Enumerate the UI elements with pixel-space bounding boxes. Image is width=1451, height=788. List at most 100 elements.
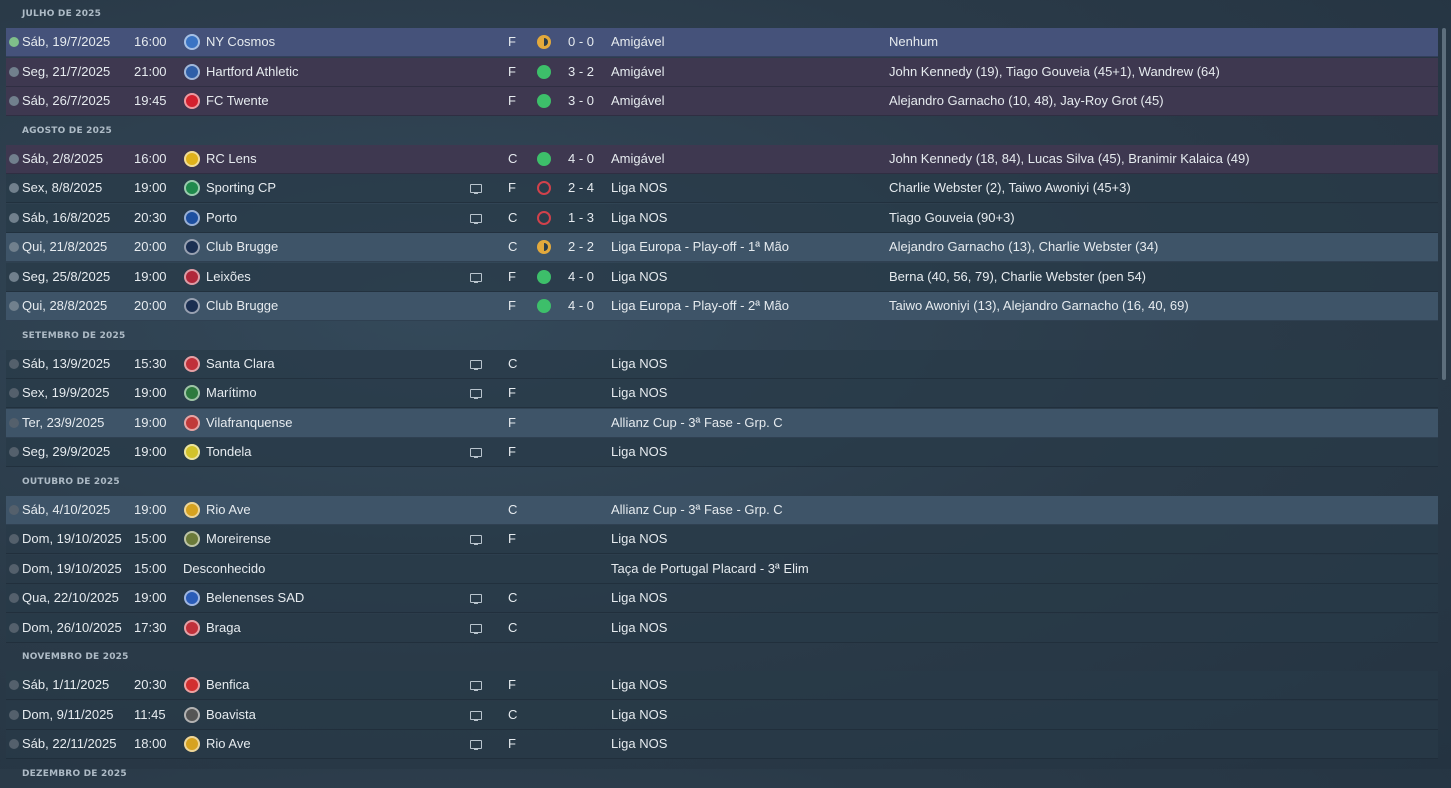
- opponent-name[interactable]: Club Brugge: [206, 292, 278, 320]
- opponent-name[interactable]: Benfica: [206, 671, 249, 699]
- opponent-name[interactable]: Club Brugge: [206, 233, 278, 261]
- competition-name[interactable]: Allianz Cup - 3ª Fase - Grp. C: [611, 496, 783, 524]
- opponent-name[interactable]: Braga: [206, 614, 241, 642]
- opponent-name[interactable]: Boavista: [206, 701, 256, 729]
- fixture-row[interactable]: Sáb, 4/10/2025 19:00 Rio Ave C Allianz Cup -…: [6, 495, 1438, 525]
- opponent-name[interactable]: Leixões: [206, 263, 251, 291]
- opponent-name[interactable]: RC Lens: [206, 145, 257, 173]
- competition-name[interactable]: Liga NOS: [611, 701, 667, 729]
- fixture-row[interactable]: Sáb, 16/8/2025 20:30 Porto C 1 - 3 Liga NOS Ti…: [6, 203, 1438, 233]
- match-score[interactable]: 2 - 2: [568, 233, 594, 261]
- status-indicator-icon: [9, 739, 19, 749]
- competition-name[interactable]: Liga NOS: [611, 174, 667, 202]
- competition-name[interactable]: Liga NOS: [611, 671, 667, 699]
- venue-indicator: C: [508, 619, 518, 635]
- competition-name[interactable]: Liga NOS: [611, 730, 667, 758]
- match-score[interactable]: 2 - 4: [568, 174, 594, 202]
- opponent-name[interactable]: Marítimo: [206, 379, 257, 407]
- competition-name[interactable]: Taça de Portugal Placard - 3ª Elim: [611, 555, 809, 583]
- opponent-name[interactable]: Belenenses SAD: [206, 584, 304, 612]
- opponent-name[interactable]: Hartford Athletic: [206, 58, 299, 86]
- match-date: Dom, 9/11/2025: [22, 706, 114, 722]
- competition-name[interactable]: Liga NOS: [611, 525, 667, 553]
- fixture-row[interactable]: Sáb, 26/7/2025 19:45 FC Twente F 3 - 0 Amigáv…: [6, 87, 1438, 116]
- fixture-row[interactable]: Seg, 21/7/2025 21:00 Hartford Athletic F 3 -…: [6, 57, 1438, 87]
- scrollbar[interactable]: [1442, 28, 1446, 380]
- fixture-row[interactable]: Dom, 19/10/2025 15:00 Desconhecido Taça de …: [6, 554, 1438, 584]
- club-crest-icon: [184, 180, 200, 196]
- opponent-name[interactable]: Desconhecido: [183, 555, 265, 583]
- match-time: 15:30: [134, 355, 167, 371]
- match-date: Ter, 23/9/2025: [22, 414, 105, 430]
- fixture-row[interactable]: Sáb, 2/8/2025 16:00 RC Lens C 4 - 0 Amigável J…: [6, 144, 1438, 174]
- fixture-row[interactable]: Qui, 21/8/2025 20:00 Club Brugge C 2 - 2 Liga…: [6, 233, 1438, 262]
- fixture-row[interactable]: Dom, 26/10/2025 17:30 Braga C Liga NOS: [6, 613, 1438, 643]
- match-score[interactable]: 3 - 2: [568, 58, 594, 86]
- match-date: Qui, 28/8/2025: [22, 298, 108, 313]
- fixture-row[interactable]: Sex, 8/8/2025 19:00 Sporting CP F 2 - 4 Liga …: [6, 174, 1438, 203]
- match-date: Sáb, 16/8/2025: [22, 209, 111, 225]
- opponent-name[interactable]: Tondela: [206, 438, 252, 466]
- status-indicator-icon: [9, 271, 19, 282]
- venue-indicator: F: [508, 385, 516, 400]
- opponent-name[interactable]: Sporting CP: [206, 174, 276, 202]
- competition-name[interactable]: Liga NOS: [611, 350, 667, 378]
- competition-name[interactable]: Liga NOS: [611, 614, 667, 642]
- competition-name[interactable]: Amigável: [611, 28, 664, 56]
- opponent-name[interactable]: Santa Clara: [206, 350, 275, 378]
- match-score[interactable]: 4 - 0: [568, 145, 594, 173]
- match-score[interactable]: 3 - 0: [568, 87, 594, 115]
- club-crest-icon: [184, 268, 200, 285]
- fixture-row[interactable]: Qui, 28/8/2025 20:00 Club Brugge F 4 - 0 Liga…: [6, 292, 1438, 321]
- fixture-row[interactable]: Sáb, 13/9/2025 15:30 Santa Clara C Liga NOS: [6, 349, 1438, 379]
- fixture-row[interactable]: Seg, 25/8/2025 19:00 Leixões F 4 - 0 Liga NOS…: [6, 262, 1438, 292]
- fixture-row[interactable]: Dom, 9/11/2025 11:45 Boavista C Liga NOS: [6, 700, 1438, 730]
- opponent-name[interactable]: Rio Ave: [206, 730, 251, 758]
- status-indicator-icon: [9, 242, 19, 252]
- match-score[interactable]: 4 - 0: [568, 292, 594, 320]
- match-time: 19:00: [134, 268, 167, 284]
- competition-name[interactable]: Liga Europa - Play-off - 1ª Mão: [611, 233, 789, 261]
- fixture-row[interactable]: Sáb, 1/11/2025 20:30 Benfica F Liga NOS: [6, 671, 1438, 700]
- club-crest-icon: [184, 531, 200, 547]
- match-score[interactable]: 1 - 3: [568, 204, 594, 232]
- fixture-row[interactable]: Sáb, 22/11/2025 18:00 Rio Ave F Liga NOS: [6, 730, 1438, 759]
- venue-indicator: F: [508, 736, 516, 751]
- fixture-row[interactable]: Sáb, 19/7/2025 16:00 NY Cosmos F 0 - 0 Amigáv…: [6, 28, 1438, 57]
- result-win-icon: [537, 64, 551, 79]
- fixture-row[interactable]: Sex, 19/9/2025 19:00 Marítimo F Liga NOS: [6, 379, 1438, 408]
- match-date: Sáb, 4/10/2025: [22, 501, 111, 517]
- competition-name[interactable]: Amigável: [611, 87, 664, 115]
- match-score[interactable]: 4 - 0: [568, 263, 594, 291]
- competition-name[interactable]: Amigável: [611, 145, 664, 173]
- competition-name[interactable]: Liga NOS: [611, 379, 667, 407]
- opponent-name[interactable]: Rio Ave: [206, 496, 251, 524]
- status-indicator-icon: [9, 680, 19, 690]
- fixture-row[interactable]: Dom, 19/10/2025 15:00 Moreirense F Liga NOS: [6, 525, 1438, 554]
- competition-name[interactable]: Liga NOS: [611, 263, 667, 291]
- opponent-name[interactable]: Porto: [206, 204, 237, 232]
- opponent-name[interactable]: NY Cosmos: [206, 28, 275, 56]
- fixture-row[interactable]: Qua, 22/10/2025 19:00 Belenenses SAD C Liga …: [6, 584, 1438, 613]
- fixture-row[interactable]: Seg, 29/9/2025 19:00 Tondela F Liga NOS: [6, 438, 1438, 467]
- fixture-row[interactable]: Ter, 23/9/2025 19:00 Vilafranquense F Allian…: [6, 408, 1438, 438]
- competition-name[interactable]: Allianz Cup - 3ª Fase - Grp. C: [611, 409, 783, 437]
- match-date: Seg, 21/7/2025: [22, 63, 111, 79]
- competition-name[interactable]: Amigável: [611, 58, 664, 86]
- competition-name[interactable]: Liga Europa - Play-off - 2ª Mão: [611, 292, 789, 320]
- opponent-name[interactable]: FC Twente: [206, 87, 269, 115]
- competition-name[interactable]: Liga NOS: [611, 438, 667, 466]
- match-time: 16:00: [134, 34, 167, 49]
- club-crest-icon: [184, 355, 200, 372]
- competition-name[interactable]: Liga NOS: [611, 204, 667, 232]
- month-header: JULHO DE 2025: [22, 9, 102, 19]
- match-time: 18:00: [134, 736, 167, 751]
- opponent-name[interactable]: Vilafranquense: [206, 409, 293, 437]
- competition-name[interactable]: Liga NOS: [611, 584, 667, 612]
- match-score[interactable]: 0 - 0: [568, 28, 594, 56]
- opponent-name[interactable]: Moreirense: [206, 525, 271, 553]
- match-time: 20:30: [134, 677, 167, 692]
- goal-scorers: John Kennedy (19), Tiago Gouveia (45+1),…: [889, 63, 1220, 79]
- match-date: Sáb, 1/11/2025: [22, 677, 110, 692]
- club-crest-icon: [184, 736, 200, 752]
